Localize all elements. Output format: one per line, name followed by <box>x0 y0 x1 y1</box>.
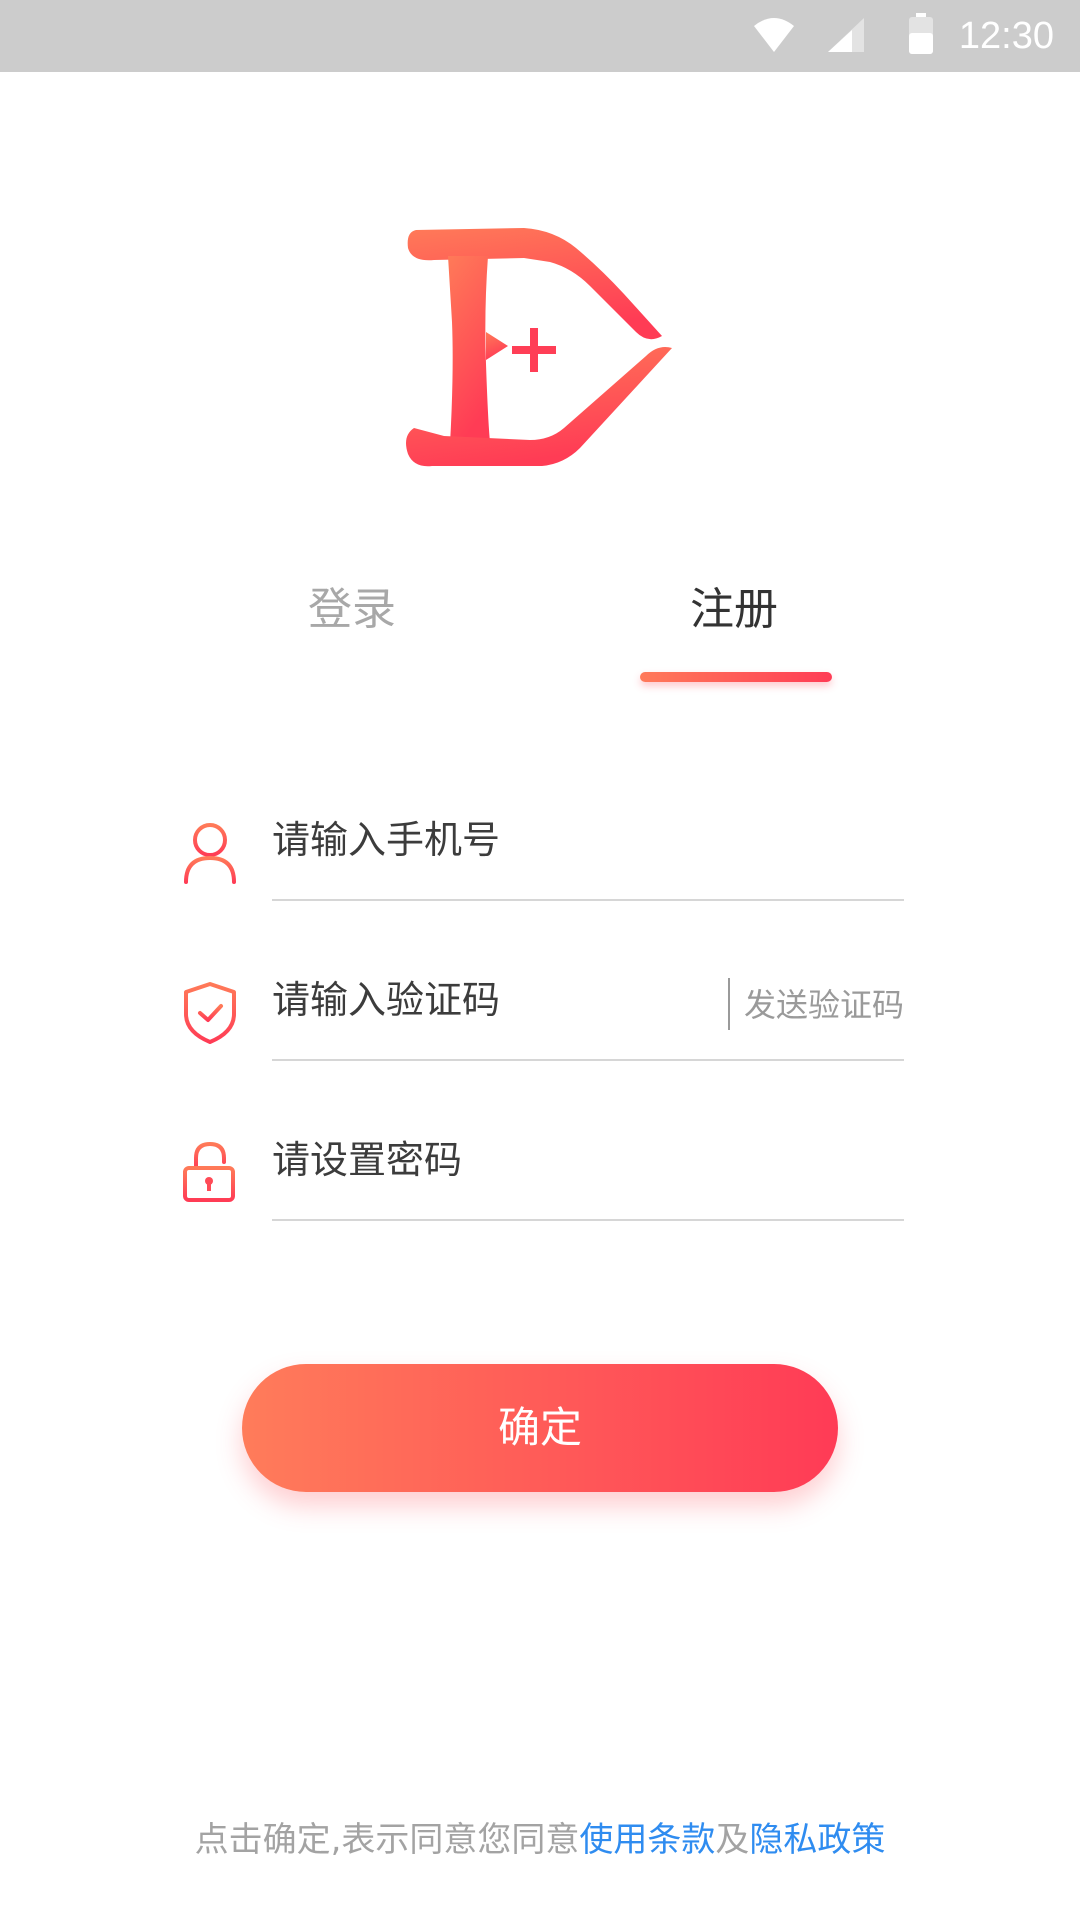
status-time: 12:30 <box>958 15 1054 57</box>
password-underline <box>272 1219 904 1221</box>
code-underline <box>272 1059 904 1061</box>
agreement-text: 点击确定,表示同意您同意使用条款及隐私政策 <box>0 1814 1080 1866</box>
signal-icon <box>828 18 864 52</box>
register-screen: 12:30 登录 注册 请输入手机号 请输入验证码 发送验证码 确定 点击确定,… <box>0 0 1080 1920</box>
auth-tabs: 登录 注册 <box>0 560 1080 690</box>
shield-check-icon <box>184 982 236 1044</box>
privacy-link[interactable]: 隐私政策 <box>749 1820 885 1860</box>
code-input[interactable] <box>272 970 712 1030</box>
confirm-button[interactable]: 确定 <box>242 1364 838 1492</box>
status-bar: 12:30 <box>0 0 1080 72</box>
code-row: 发送验证码 <box>0 950 1080 1070</box>
terms-link[interactable]: 使用条款 <box>579 1820 715 1860</box>
phone-row <box>0 790 1080 910</box>
password-input[interactable] <box>272 1130 892 1190</box>
tab-register[interactable]: 注册 <box>634 580 834 640</box>
password-row <box>0 1110 1080 1230</box>
agreement-and: 及 <box>715 1820 750 1860</box>
battery-icon <box>909 13 933 54</box>
user-icon <box>184 823 236 884</box>
wifi-icon <box>754 18 794 52</box>
tab-login[interactable]: 登录 <box>252 580 452 640</box>
phone-underline <box>272 899 904 901</box>
lock-icon <box>183 1141 235 1202</box>
code-divider <box>728 978 730 1030</box>
tab-active-indicator <box>640 672 832 682</box>
phone-input[interactable] <box>272 810 892 870</box>
logo-d-plus-icon <box>406 228 672 467</box>
agreement-prefix: 点击确定,表示同意您同意 <box>194 1820 580 1860</box>
send-code-button[interactable]: 发送验证码 <box>740 978 904 1032</box>
